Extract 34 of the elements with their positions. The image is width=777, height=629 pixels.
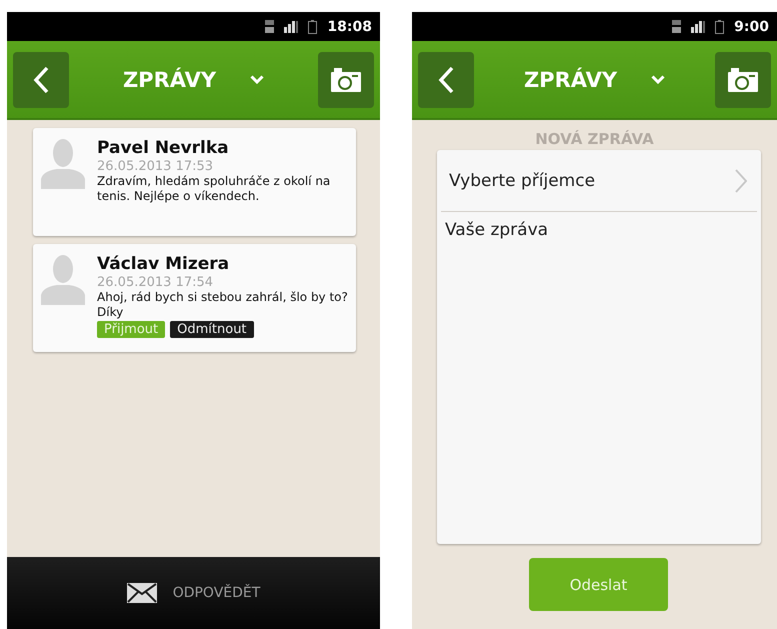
message-date: 26.05.2013 17:53 xyxy=(97,159,214,174)
network-icon xyxy=(672,20,682,33)
message-card[interactable]: Václav Mizera 26.05.2013 17:54 Ahoj, rád bych si stebou zahrál, šlo by to? Díky Přijmout Odmítnout xyxy=(33,244,356,352)
avatar-icon xyxy=(41,253,85,305)
sender-name: Václav Mizera xyxy=(97,254,230,274)
camera-button[interactable] xyxy=(318,52,374,108)
battery-icon xyxy=(715,20,724,34)
message-date: 26.05.2013 17:54 xyxy=(97,275,214,290)
status-time: 9:00 xyxy=(734,18,769,34)
camera-icon xyxy=(728,68,758,92)
message-card[interactable]: Pavel Nevrlka 26.05.2013 17:53 Zdravím, hledám spoluhráče z okolí na tenis. Nejlépe o víkendech. xyxy=(33,128,356,236)
status-time: 18:08 xyxy=(327,18,372,34)
camera-icon xyxy=(330,68,361,92)
message-text: Zdravím, hledám spoluhráče z okolí na tenis. Nejlépe o víkendech. xyxy=(97,174,332,204)
decline-button[interactable]: Odmítnout xyxy=(170,321,254,338)
form-title: NOVÁ ZPRÁVA xyxy=(535,130,654,148)
camera-button[interactable] xyxy=(714,52,771,108)
reply-button[interactable]: ODPOVĚDĚT xyxy=(7,557,380,629)
network-icon xyxy=(265,20,274,33)
signal-icon xyxy=(284,20,298,32)
battery-icon xyxy=(308,20,318,34)
chevron-down-icon xyxy=(651,75,666,84)
sender-name: Pavel Nevrlka xyxy=(97,138,230,158)
signal-icon xyxy=(691,20,706,32)
chevron-right-icon xyxy=(735,168,747,192)
envelope-icon xyxy=(126,583,157,603)
message-text: Ahoj, rád bych si stebou zahrál, šlo by to? Díky xyxy=(97,290,348,320)
back-button[interactable] xyxy=(418,52,474,108)
message-form[interactable]: Vyberte příjemce Vaše zpráva xyxy=(437,150,761,544)
back-button[interactable] xyxy=(13,52,69,108)
recipient-field[interactable]: Vyberte příjemce xyxy=(441,150,757,212)
avatar-icon xyxy=(41,137,85,189)
message-field[interactable]: Vaše zpráva xyxy=(437,212,761,544)
chevron-down-icon xyxy=(250,75,264,84)
